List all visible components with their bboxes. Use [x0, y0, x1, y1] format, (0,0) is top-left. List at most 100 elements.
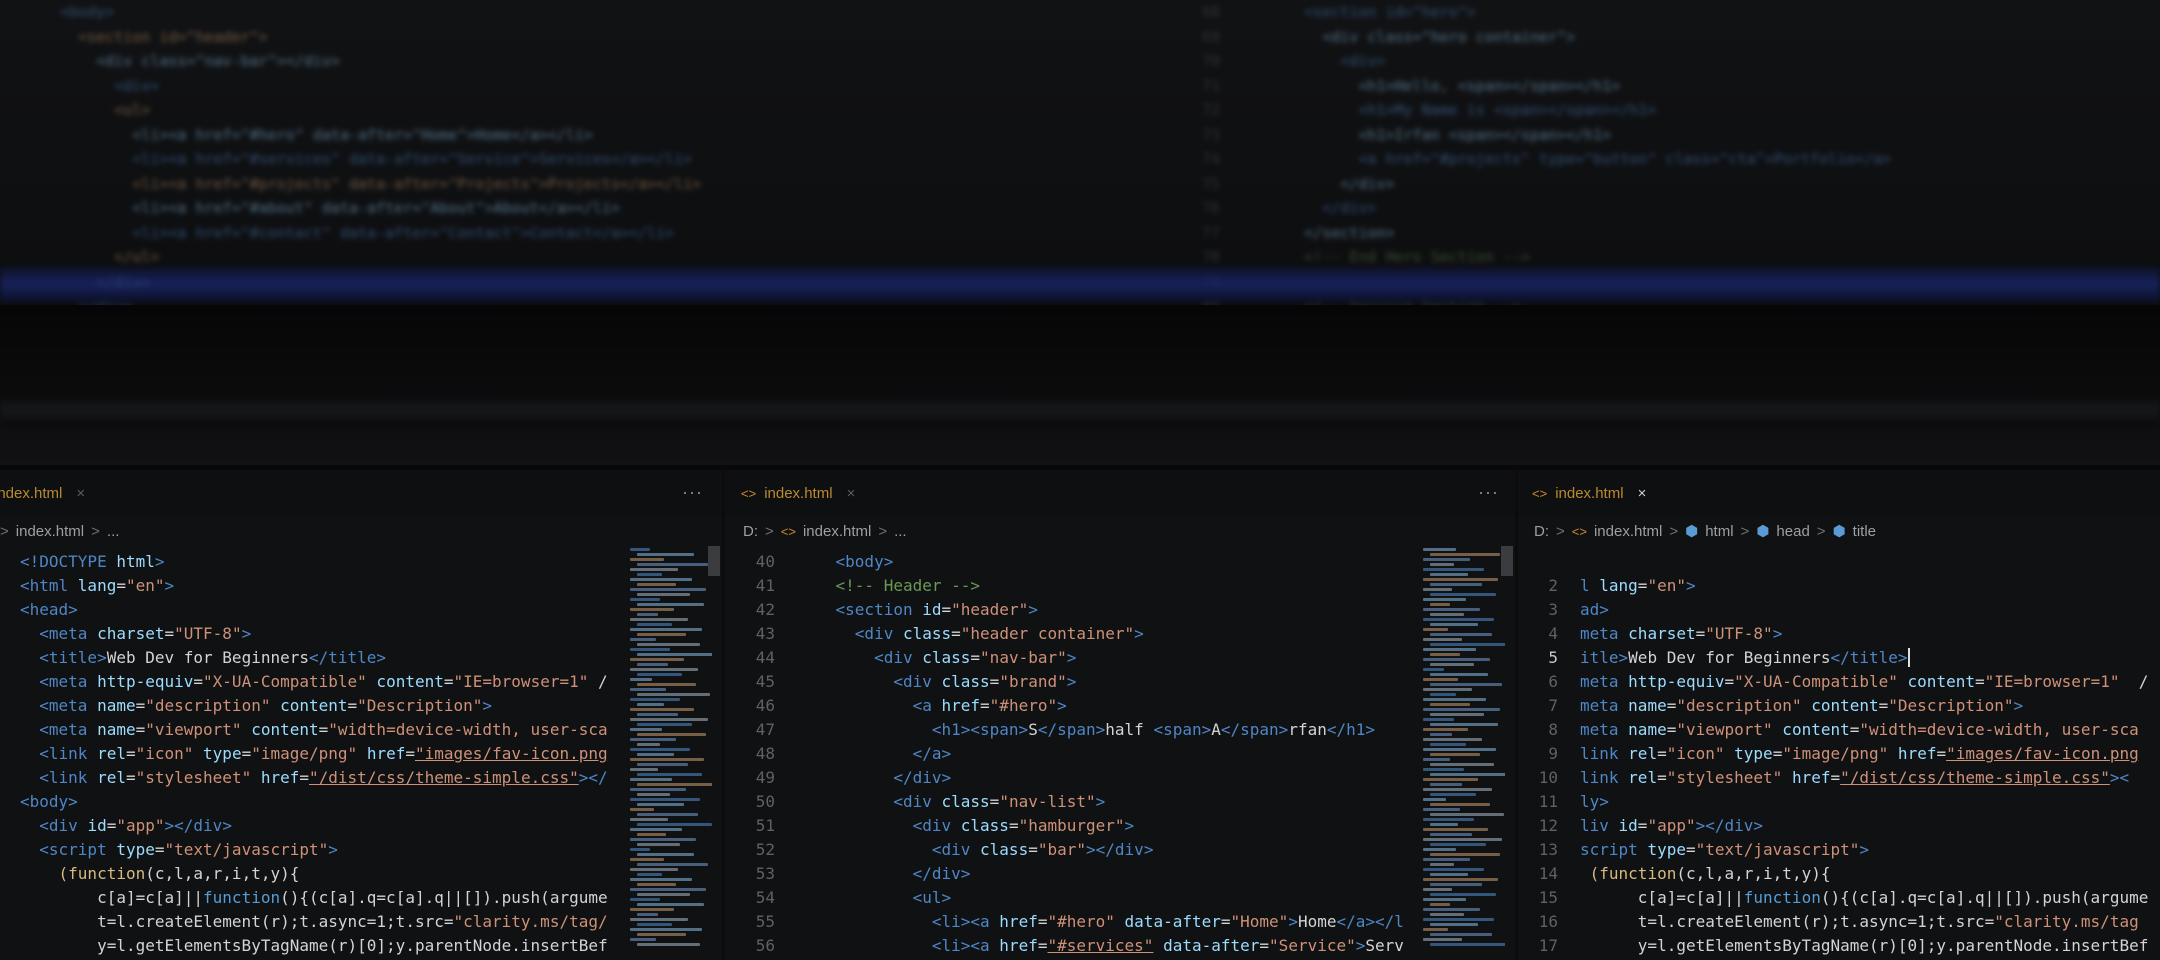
- code-token: =: [1830, 768, 1841, 787]
- code-token: rel: [1628, 744, 1658, 763]
- code-token: =: [299, 768, 310, 787]
- breadcrumb-file[interactable]: index.html: [1594, 523, 1662, 540]
- line-number: 5: [1548, 648, 1558, 667]
- code-token: (c,l,a,r,i,t,y){: [145, 864, 300, 883]
- code-token: link: [1580, 744, 1629, 763]
- code-token: Serv: [1365, 936, 1404, 955]
- code-token: >: [1066, 648, 1077, 667]
- code-line: <html lang="en">: [20, 574, 722, 598]
- minimap-line: [637, 853, 694, 856]
- code-token: ></div>: [1086, 840, 1154, 859]
- code-line: 46 <a href="#hero">: [725, 694, 1515, 718]
- code-token: class: [960, 816, 1009, 835]
- code-area[interactable]: <!DOCTYPE html> <html lang="en"> <head> <m…: [20, 550, 722, 958]
- code-line: 49 </div>: [725, 766, 1515, 790]
- minimap[interactable]: [630, 546, 712, 960]
- minimap-line: [1423, 598, 1466, 601]
- background-code-line: <body>: [60, 3, 115, 21]
- more-actions-icon[interactable]: ···: [682, 482, 703, 503]
- minimap-line: [630, 788, 686, 791]
- minimap-line: [1430, 813, 1504, 816]
- code-line: <meta name="viewport" content="width=dev…: [20, 718, 722, 742]
- more-actions-icon[interactable]: ···: [1478, 482, 1499, 503]
- tab-index-html[interactable]: <> index.html ×: [741, 480, 855, 506]
- minimap-line: [630, 558, 664, 561]
- code-token: (){(c[a].q=c[a].q||[]).push(argume: [1820, 888, 2149, 907]
- code-token: data-after: [1114, 912, 1221, 931]
- breadcrumb-html[interactable]: html: [1705, 523, 1733, 540]
- breadcrumb-head[interactable]: head: [1776, 523, 1809, 540]
- code-token: (function: [58, 864, 146, 883]
- breadcrumb-drive[interactable]: D:: [1534, 523, 1549, 540]
- tab-index-html-active[interactable]: <> index.html ×: [1532, 480, 1646, 506]
- minimap-line: [630, 778, 672, 781]
- minimap-line: [630, 658, 684, 661]
- code-token: "Description": [357, 696, 483, 715]
- line-number: 50: [755, 792, 775, 811]
- breadcrumb-file[interactable]: index.html: [16, 523, 84, 540]
- code-token: id: [87, 816, 107, 835]
- breadcrumb-title[interactable]: title: [1853, 523, 1876, 540]
- code-line: <!DOCTYPE html>: [20, 550, 722, 574]
- code-token: =: [1637, 576, 1648, 595]
- minimap[interactable]: [1423, 546, 1505, 960]
- tab-index-html[interactable]: index.html ×: [0, 480, 85, 506]
- code-area[interactable]: 2l lang="en"> 3 ad> 4 meta charset="UTF-8"> 5…: [1518, 550, 2160, 960]
- close-icon[interactable]: ×: [1638, 485, 1647, 502]
- code-token: <script: [39, 840, 117, 859]
- minimap-line: [1423, 738, 1482, 741]
- background-line-number: 68: [1201, 3, 1220, 21]
- background-line-number: 78: [1201, 248, 1220, 266]
- line-number: 45: [755, 672, 775, 691]
- code-line: 4 meta charset="UTF-8">: [1518, 622, 2160, 646]
- code-token: (c,l,a,r,i,t,y){: [1676, 864, 1831, 883]
- scrollbar-thumb[interactable]: [1501, 546, 1513, 576]
- minimap-line: [1430, 693, 1456, 696]
- breadcrumb-file[interactable]: index.html: [803, 523, 871, 540]
- code-token: class: [980, 840, 1029, 859]
- minimap-line: [1430, 943, 1505, 946]
- code-token: "app": [116, 816, 165, 835]
- minimap-line: [1430, 733, 1452, 736]
- minimap-line: [1430, 703, 1470, 706]
- scrollbar-thumb[interactable]: [708, 546, 720, 576]
- minimap-line: [1430, 913, 1464, 916]
- line-number: 44: [755, 648, 775, 667]
- minimap-line: [630, 718, 708, 721]
- minimap-line: [1430, 633, 1492, 636]
- minimap-line: [1430, 823, 1458, 826]
- code-token: type: [1647, 840, 1686, 859]
- breadcrumb-more[interactable]: ...: [107, 523, 120, 540]
- code-token: =: [125, 768, 136, 787]
- close-icon[interactable]: ×: [76, 485, 85, 502]
- code-token: "IE=browser=1": [453, 672, 589, 691]
- code-token: <body>: [835, 552, 894, 571]
- breadcrumb-drive[interactable]: D:: [743, 523, 758, 540]
- code-token: =: [1220, 912, 1231, 931]
- code-token: ly>: [1580, 792, 1609, 811]
- code-token: <title>: [39, 648, 107, 667]
- line-number: 13: [1538, 840, 1558, 859]
- code-token: (function: [1589, 864, 1677, 883]
- code-token: <section: [835, 600, 923, 619]
- code-token: id: [1618, 816, 1638, 835]
- line-number: 52: [755, 840, 775, 859]
- minimap-line: [637, 633, 686, 636]
- minimap-line: [637, 623, 672, 626]
- code-token: =: [241, 744, 252, 763]
- code-token: script: [1580, 840, 1648, 859]
- code-area[interactable]: 40 <body> 41 <!-- Header --> 42 <section i…: [725, 550, 1515, 960]
- code-token: "stylesheet": [1666, 768, 1783, 787]
- code-line: 44 <div class="nav-bar">: [725, 646, 1515, 670]
- close-icon[interactable]: ×: [847, 485, 856, 502]
- breadcrumb-more[interactable]: ...: [894, 523, 907, 540]
- code-token: >: [1859, 840, 1870, 859]
- minimap-line: [1430, 753, 1480, 756]
- code-token: rfan: [1288, 720, 1327, 739]
